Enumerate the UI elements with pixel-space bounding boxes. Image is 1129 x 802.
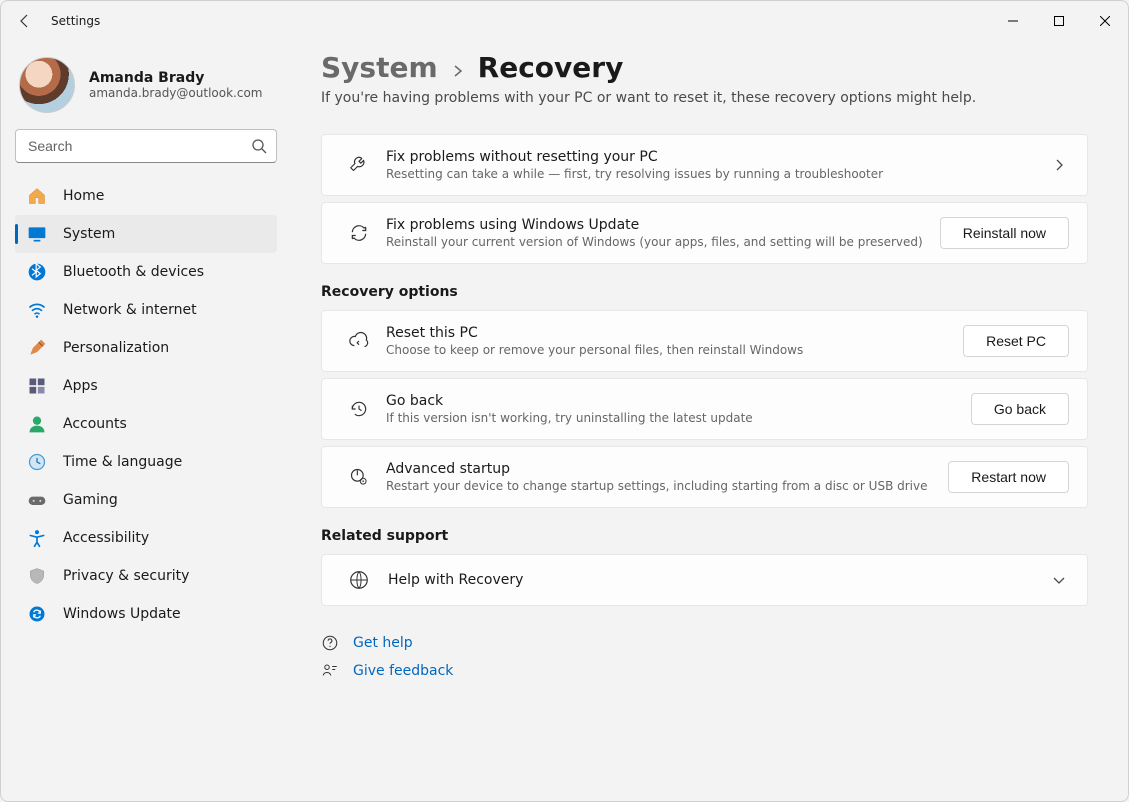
reset-pc-button[interactable]: Reset PC (963, 325, 1069, 357)
chevron-right-icon (452, 65, 464, 77)
restart-now-button[interactable]: Restart now (948, 461, 1069, 493)
sidebar-item-update[interactable]: Windows Update (15, 595, 277, 633)
update-reinstall-card: Fix problems using Windows Update Reinst… (321, 202, 1088, 264)
search-icon (251, 138, 267, 154)
gaming-icon (27, 490, 47, 510)
card-subtitle: Restart your device to change startup se… (386, 479, 938, 493)
breadcrumb-current: Recovery (478, 51, 624, 84)
card-title: Fix problems without resetting your PC (386, 149, 1043, 165)
system-icon (27, 224, 47, 244)
back-button[interactable] (17, 13, 37, 29)
maximize-button[interactable] (1036, 1, 1082, 41)
sidebar-item-label: Privacy & security (63, 568, 189, 584)
history-icon (340, 399, 378, 419)
search-input[interactable] (15, 129, 277, 163)
power-gear-icon (340, 467, 378, 487)
help-recovery-card[interactable]: Help with Recovery (321, 554, 1088, 606)
get-help-link[interactable]: Get help (321, 634, 1088, 652)
sidebar-item-accounts[interactable]: Accounts (15, 405, 277, 443)
sidebar-item-time[interactable]: Time & language (15, 443, 277, 481)
reset-pc-card: Reset this PC Choose to keep or remove y… (321, 310, 1088, 372)
sidebar-item-label: Accounts (63, 416, 127, 432)
section-heading-recovery: Recovery options (321, 284, 1088, 300)
sidebar-item-label: Accessibility (63, 530, 149, 546)
globe-help-icon (340, 569, 378, 591)
card-subtitle: Reinstall your current version of Window… (386, 235, 930, 249)
reinstall-now-button[interactable]: Reinstall now (940, 217, 1069, 249)
sidebar: Amanda Brady amanda.brady@outlook.com Ho… (1, 41, 291, 801)
accounts-icon (27, 414, 47, 434)
update-icon (27, 604, 47, 624)
troubleshoot-card[interactable]: Fix problems without resetting your PC R… (321, 134, 1088, 196)
window-title: Settings (51, 14, 100, 28)
card-title: Help with Recovery (386, 572, 1043, 588)
sidebar-item-gaming[interactable]: Gaming (15, 481, 277, 519)
sidebar-item-network[interactable]: Network & internet (15, 291, 277, 329)
sidebar-item-privacy[interactable]: Privacy & security (15, 557, 277, 595)
sidebar-item-bluetooth[interactable]: Bluetooth & devices (15, 253, 277, 291)
card-title: Fix problems using Windows Update (386, 217, 930, 233)
time-icon (27, 452, 47, 472)
go-back-button[interactable]: Go back (971, 393, 1069, 425)
cloud-reset-icon (340, 330, 378, 352)
sidebar-item-label: Personalization (63, 340, 169, 356)
avatar (19, 57, 75, 113)
page-description: If you're having problems with your PC o… (321, 90, 1088, 106)
breadcrumb: System Recovery (321, 51, 1088, 84)
give-feedback-link[interactable]: Give feedback (321, 662, 1088, 680)
sidebar-item-personalization[interactable]: Personalization (15, 329, 277, 367)
sidebar-item-label: Gaming (63, 492, 118, 508)
close-button[interactable] (1082, 1, 1128, 41)
profile-block[interactable]: Amanda Brady amanda.brady@outlook.com (15, 51, 277, 129)
advanced-startup-card: Advanced startup Restart your device to … (321, 446, 1088, 508)
sidebar-item-label: System (63, 226, 115, 242)
home-icon (27, 186, 47, 206)
sidebar-item-label: Apps (63, 378, 98, 394)
minimize-button[interactable] (990, 1, 1036, 41)
search-box[interactable] (15, 129, 277, 163)
help-icon (321, 634, 339, 652)
sidebar-item-label: Windows Update (63, 606, 181, 622)
footer-links: Get help Give feedback (321, 634, 1088, 680)
profile-name: Amanda Brady (89, 70, 262, 86)
chevron-down-icon (1053, 574, 1069, 586)
personalization-icon (27, 338, 47, 358)
sidebar-item-label: Network & internet (63, 302, 197, 318)
get-help-label: Get help (353, 635, 413, 651)
nav-list: Home System Bluetooth & devices Network & i… (15, 177, 277, 633)
privacy-icon (27, 566, 47, 586)
profile-email: amanda.brady@outlook.com (89, 86, 262, 100)
sidebar-item-home[interactable]: Home (15, 177, 277, 215)
apps-icon (27, 376, 47, 396)
sidebar-item-system[interactable]: System (15, 215, 277, 253)
feedback-icon (321, 662, 339, 680)
card-title: Reset this PC (386, 325, 953, 341)
card-title: Go back (386, 393, 961, 409)
network-icon (27, 300, 47, 320)
chevron-right-icon (1053, 159, 1069, 171)
wrench-icon (340, 154, 378, 176)
refresh-icon (340, 223, 378, 243)
card-subtitle: Resetting can take a while — first, try … (386, 167, 1043, 181)
sidebar-item-apps[interactable]: Apps (15, 367, 277, 405)
section-heading-related: Related support (321, 528, 1088, 544)
sidebar-item-label: Bluetooth & devices (63, 264, 204, 280)
breadcrumb-parent[interactable]: System (321, 51, 438, 84)
sidebar-item-accessibility[interactable]: Accessibility (15, 519, 277, 557)
give-feedback-label: Give feedback (353, 663, 453, 679)
card-subtitle: If this version isn't working, try unins… (386, 411, 961, 425)
sidebar-item-label: Home (63, 188, 104, 204)
main-content: System Recovery If you're having problem… (291, 41, 1128, 801)
titlebar: Settings (1, 1, 1128, 41)
sidebar-item-label: Time & language (63, 454, 182, 470)
bluetooth-icon (27, 262, 47, 282)
card-subtitle: Choose to keep or remove your personal f… (386, 343, 953, 357)
accessibility-icon (27, 528, 47, 548)
go-back-card: Go back If this version isn't working, t… (321, 378, 1088, 440)
card-title: Advanced startup (386, 461, 938, 477)
